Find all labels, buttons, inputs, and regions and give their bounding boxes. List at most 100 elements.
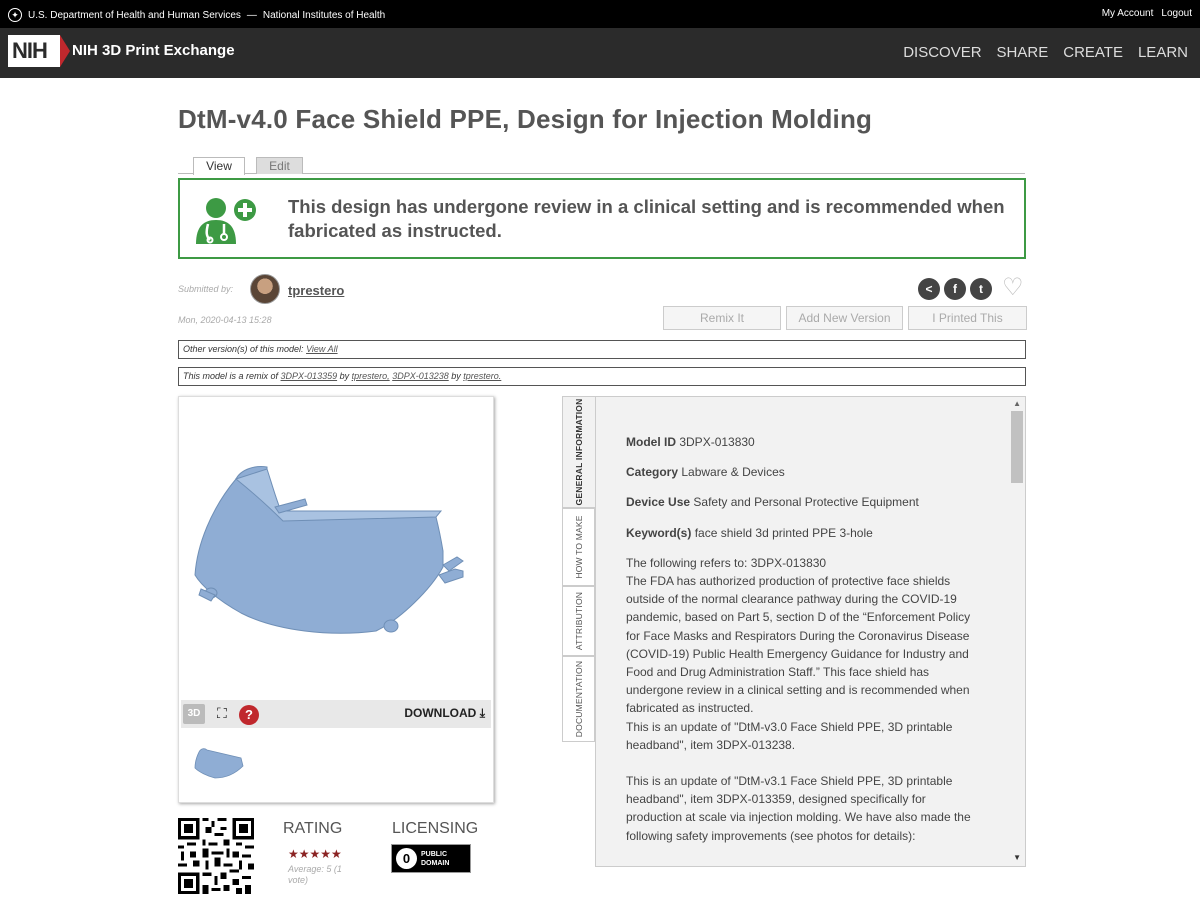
scroll-up-icon[interactable]: ▲ <box>1013 399 1021 408</box>
download-icon: ⤓ <box>479 706 485 720</box>
tab-howto-label: HOW TO MAKE <box>573 515 584 579</box>
model-id-label: Model ID <box>626 435 676 449</box>
info-tabs: GENERAL INFORMATION HOW TO MAKE ATTRIBUT… <box>562 396 596 867</box>
hhs-links: ✦ U.S. Department of Health and Human Se… <box>8 8 385 22</box>
tab-attribution[interactable]: ATTRIBUTION <box>562 586 595 656</box>
tab-how-to-make[interactable]: HOW TO MAKE <box>562 508 595 586</box>
model-canvas[interactable] <box>181 399 491 701</box>
tab-documentation[interactable]: DOCUMENTATION <box>562 656 595 742</box>
page-title: DtM-v4.0 Face Shield PPE, Design for Inj… <box>178 104 873 134</box>
remix-item-link-1[interactable]: 3DPX-013359 <box>281 371 338 381</box>
remix-item-link-2[interactable]: 3DPX-013238 <box>392 371 449 381</box>
description-paragraph-4: This is an update of "DtM-v3.1 Face Shie… <box>626 774 971 843</box>
download-label: DOWNLOAD <box>404 706 477 720</box>
category-label: Category <box>626 465 679 480</box>
rating-title: RATING <box>283 820 343 837</box>
tab-general-label: GENERAL INFORMATION <box>574 398 584 506</box>
licensing-title: LICENSING <box>392 820 479 837</box>
remix-source-box: This model is a remix of 3DPX-013359 by … <box>178 367 1026 386</box>
tab-edit[interactable]: Edit <box>256 157 303 174</box>
hhs-link[interactable]: U.S. Department of Health and Human Serv… <box>28 10 241 21</box>
nav-share[interactable]: SHARE <box>997 44 1049 61</box>
description-line-1: The following refers to: 3DPX-013830 <box>626 555 827 570</box>
face-shield-render <box>194 466 464 634</box>
view-edit-tabs: View Edit <box>178 156 1025 175</box>
public-domain-badge[interactable]: 0 PUBLIC DOMAIN <box>391 844 471 873</box>
device-use-field: Device Use Safety and Personal Protectiv… <box>626 493 976 511</box>
model-info-panel: GENERAL INFORMATION HOW TO MAKE ATTRIBUT… <box>562 396 1026 867</box>
nav-create[interactable]: CREATE <box>1063 44 1123 61</box>
other-versions-box: Other version(s) of this model: View All <box>178 340 1026 359</box>
info-panel-body: Model ID 3DPX-013830 Category Labware & … <box>595 396 1026 867</box>
hhs-eagle-icon: ✦ <box>8 8 22 22</box>
remix-button[interactable]: Remix It <box>663 306 781 330</box>
category-value: Labware & Devices <box>681 465 785 480</box>
fullscreen-icon[interactable]: ⛶ <box>217 706 227 720</box>
general-information-content: Model ID 3DPX-013830 Category Labware & … <box>626 433 976 845</box>
facebook-icon[interactable]: f <box>944 278 966 300</box>
device-use-label: Device Use <box>626 495 691 510</box>
scroll-down-icon[interactable]: ▼ <box>1013 853 1021 862</box>
rating-stars[interactable]: ★★★★★ <box>288 847 342 861</box>
favorite-heart-icon[interactable]: ♡ <box>1002 276 1026 301</box>
nav-learn[interactable]: LEARN <box>1138 44 1188 61</box>
nav-links: DISCOVER SHARE CREATE LEARN <box>903 44 1188 61</box>
by-text: by <box>339 371 350 381</box>
keywords-label: Keyword(s) <box>626 525 692 540</box>
remix-author-link-2[interactable]: tprestero. <box>463 371 501 381</box>
device-use-value: Safety and Personal Protective Equipment <box>693 495 919 510</box>
keywords-field: Keyword(s) face shield 3d printed PPE 3-… <box>626 524 976 542</box>
public-domain-line2: DOMAIN <box>421 860 450 867</box>
thumbnail-strip <box>181 730 491 800</box>
printed-this-button[interactable]: I Printed This <box>908 306 1027 330</box>
nav-discover[interactable]: DISCOVER <box>903 44 981 61</box>
nih-link[interactable]: National Institutes of Health <box>263 10 385 21</box>
rating-average: Average: 5 (1 vote) <box>288 864 342 885</box>
model-thumbnail[interactable] <box>189 744 249 784</box>
add-version-button[interactable]: Add New Version <box>786 306 903 330</box>
hhs-separator: — <box>246 9 257 21</box>
tab-documentation-label: DOCUMENTATION <box>573 660 584 738</box>
main-nav: NIH NIH 3D Print Exchange DISCOVER SHARE… <box>0 28 1200 78</box>
submission-date: Mon, 2020-04-13 15:28 <box>178 315 272 325</box>
site-name[interactable]: NIH 3D Print Exchange <box>72 42 235 59</box>
remix-label: This model is a remix of <box>183 371 279 381</box>
clinical-review-banner: This design has undergone review in a cl… <box>178 178 1026 259</box>
author-link[interactable]: tprestero <box>288 283 344 298</box>
category-field: Category Labware & Devices <box>626 463 976 481</box>
public-domain-line1: PUBLIC <box>421 851 448 858</box>
author-avatar[interactable] <box>250 274 280 304</box>
clinician-plus-icon <box>196 198 256 244</box>
tab-attribution-label: ATTRIBUTION <box>573 591 584 651</box>
hhs-bar: ✦ U.S. Department of Health and Human Se… <box>0 0 1200 28</box>
description-paragraph-2: The FDA has authorized production of pro… <box>626 574 971 716</box>
public-domain-text: PUBLIC DOMAIN <box>421 850 449 868</box>
keywords-value: face shield 3d printed PPE 3-hole <box>694 525 873 540</box>
public-domain-icon: 0 <box>396 848 417 869</box>
share-icon[interactable]: < <box>918 278 940 300</box>
tab-general-information[interactable]: GENERAL INFORMATION <box>562 396 595 508</box>
viewer-toolbar: 3D ⛶ ? DOWNLOAD ⤓ <box>181 700 491 728</box>
tab-view[interactable]: View <box>193 157 245 175</box>
clinical-review-text: This design has undergone review in a cl… <box>288 196 1005 241</box>
model-viewer: 3D ⛶ ? DOWNLOAD ⤓ <box>178 396 494 803</box>
account-links: My Account Logout <box>1102 8 1192 19</box>
model-id-field: Model ID 3DPX-013830 <box>626 433 976 451</box>
other-versions-label: Other version(s) of this model: <box>183 344 304 354</box>
my-account-link[interactable]: My Account <box>1102 8 1154 19</box>
help-icon[interactable]: ? <box>239 705 259 725</box>
by-text-2: by <box>451 371 461 381</box>
panel-scrollbar-thumb[interactable] <box>1011 411 1023 483</box>
logout-link[interactable]: Logout <box>1161 8 1192 19</box>
download-button[interactable]: DOWNLOAD ⤓ <box>404 706 485 721</box>
remix-author-link-1[interactable]: tprestero, <box>352 371 390 381</box>
view-all-link[interactable]: View All <box>306 344 338 354</box>
model-actions: Remix It Add New Version I Printed This <box>663 306 1027 330</box>
twitter-icon[interactable]: t <box>970 278 992 300</box>
social-share: < f t ♡ <box>918 276 1026 301</box>
3d-view-icon[interactable]: 3D <box>183 704 205 724</box>
qr-code <box>178 818 254 894</box>
description-paragraph-3: This is an update of "DtM-v3.0 Face Shie… <box>626 719 953 752</box>
nih-logo[interactable]: NIH <box>8 35 70 67</box>
model-id-value: 3DPX-013830 <box>679 435 755 449</box>
